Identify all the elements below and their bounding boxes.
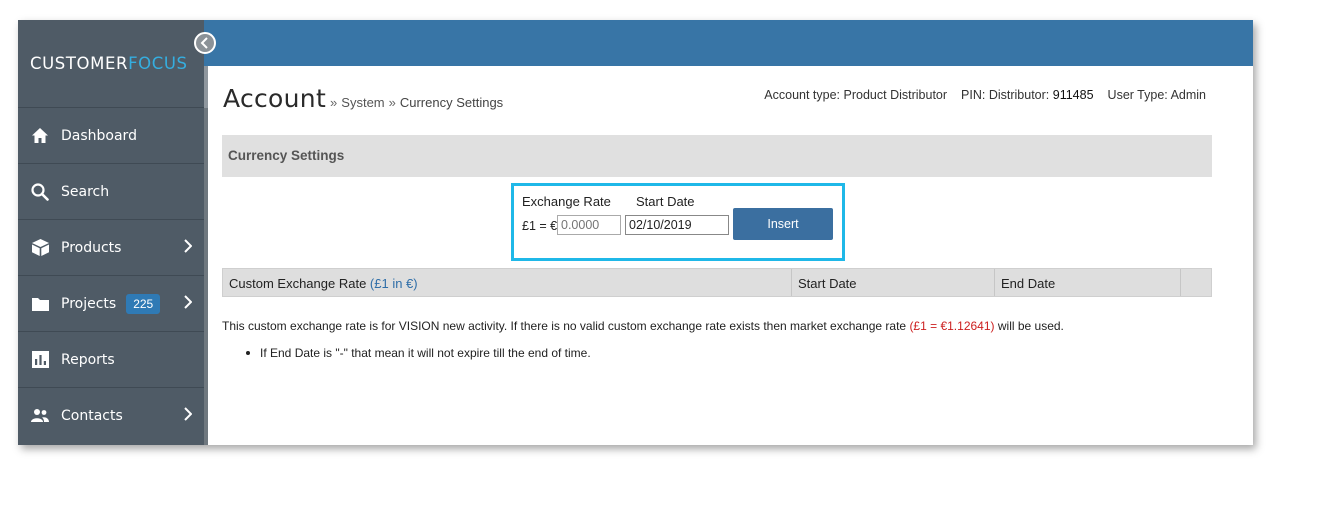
main-content: Account » System » Currency Settings Acc…: [208, 66, 1253, 445]
pin-value: 911485: [1052, 88, 1094, 102]
bar-chart-icon: [29, 349, 51, 371]
exchange-rate-form: Exchange Rate Start Date £1 = € Insert: [511, 183, 845, 261]
exchange-rate-input[interactable]: [557, 215, 621, 235]
sidebar-item-dashboard[interactable]: Dashboard: [18, 107, 204, 163]
breadcrumb-system[interactable]: System: [341, 95, 384, 110]
projects-count-badge: 225: [126, 293, 161, 314]
start-date-label: Start Date: [636, 194, 695, 209]
box-icon: [29, 237, 51, 259]
pin-info: PIN: Distributor: 911485: [961, 88, 1094, 102]
brand-logo-part1: CUSTOMER: [30, 54, 129, 73]
app-window: CUSTOMERFOCUS Dashboard Search Products: [18, 20, 1253, 445]
brand-logo[interactable]: CUSTOMERFOCUS: [30, 54, 188, 73]
exchange-rate-note: This custom exchange rate is for VISION …: [222, 319, 1064, 333]
sidebar-item-contacts[interactable]: Contacts: [18, 387, 204, 443]
top-bar: [204, 20, 1253, 66]
market-rate-value: (£1 = €1.12641): [909, 319, 995, 333]
collapse-sidebar-button[interactable]: [194, 32, 216, 54]
note-text: This custom exchange rate is for VISION …: [222, 319, 907, 333]
sidebar-item-products[interactable]: Products: [18, 219, 204, 275]
rate-prefix: £1 = €: [522, 219, 558, 233]
account-type-label: Account type:: [764, 88, 841, 102]
account-type-value: Product Distributor: [843, 88, 948, 102]
sidebar-item-label: Search: [61, 183, 110, 200]
people-icon: [29, 405, 51, 427]
sidebar-item-search[interactable]: Search: [18, 163, 204, 219]
exchange-rate-label: Exchange Rate: [522, 194, 611, 209]
sidebar-item-label: Reports: [61, 351, 115, 368]
breadcrumb-current: Currency Settings: [399, 95, 504, 110]
exchange-rate-table-header: Custom Exchange Rate (£1 in €) Start Dat…: [222, 268, 1212, 297]
bullet-text: If End Date is "-" that mean it will not…: [260, 346, 591, 360]
section-title: Currency Settings: [228, 148, 345, 163]
column-header-custom-rate[interactable]: Custom Exchange Rate (£1 in €): [223, 269, 792, 296]
sidebar-nav: Dashboard Search Products Projects 225 R…: [18, 107, 204, 443]
account-type: Account type: Product Distributor: [764, 88, 947, 102]
chevron-right-icon: [183, 407, 193, 426]
pin-label: PIN:: [961, 88, 986, 102]
section-header: Currency Settings: [222, 135, 1212, 177]
column-header-actions: [1181, 269, 1211, 296]
column-header-start-date[interactable]: Start Date: [792, 269, 995, 296]
sidebar-item-reports[interactable]: Reports: [18, 331, 204, 387]
home-icon: [29, 125, 51, 147]
column-header-end-date[interactable]: End Date: [995, 269, 1181, 296]
breadcrumb-separator: »: [330, 95, 338, 110]
list-item: If End Date is "-" that mean it will not…: [246, 346, 591, 360]
sidebar-item-label: Products: [61, 239, 122, 256]
search-icon: [29, 181, 51, 203]
bullet-dot: [246, 351, 250, 355]
breadcrumb-separator: »: [388, 95, 396, 110]
sidebar-item-projects[interactable]: Projects 225: [18, 275, 204, 331]
sidebar-item-label: Dashboard: [61, 127, 137, 144]
account-info: Account type: Product Distributor PIN: D…: [764, 88, 1206, 102]
user-type: User Type: Admin: [1108, 88, 1206, 102]
brand-logo-part2: FOCUS: [128, 54, 188, 73]
breadcrumb: Account » System » Currency Settings: [223, 84, 503, 113]
column-header-label: Custom Exchange Rate: [229, 276, 367, 291]
page-title: Account: [223, 84, 327, 113]
chevron-left-icon: [200, 37, 208, 49]
folder-icon: [29, 293, 51, 315]
note-text-end: will be used.: [997, 319, 1064, 333]
pin-prefix: Distributor:: [988, 88, 1050, 102]
sidebar-item-label: Projects: [61, 295, 117, 312]
sidebar: CUSTOMERFOCUS Dashboard Search Products: [18, 20, 204, 445]
sidebar-item-label: Contacts: [61, 407, 123, 424]
user-type-label: User Type:: [1107, 88, 1168, 102]
start-date-input[interactable]: [625, 215, 729, 235]
column-header-unit: (£1 in €): [369, 276, 418, 291]
insert-button[interactable]: Insert: [733, 208, 833, 240]
user-type-value: Admin: [1170, 88, 1206, 102]
chevron-right-icon: [183, 295, 193, 314]
chevron-right-icon: [183, 239, 193, 258]
